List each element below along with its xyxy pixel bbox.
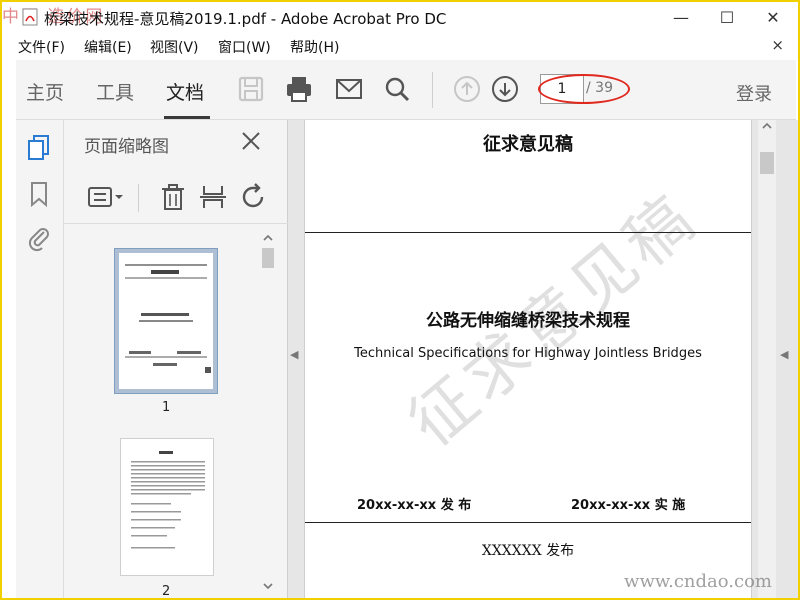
close-panel-icon[interactable] — [240, 130, 262, 152]
delete-icon[interactable] — [158, 182, 188, 212]
page-thumbnail-2[interactable] — [120, 438, 214, 576]
menu-file[interactable]: 文件(F) — [18, 37, 65, 57]
document-view[interactable]: ◀ 征求意见稿 征求意见稿 公路无伸缩缝桥梁技术规程 Technical Spe… — [288, 120, 798, 598]
page-thumbnail-1[interactable] — [114, 248, 218, 394]
bottom-watermark: www.cndao.com — [624, 571, 772, 592]
next-page-icon[interactable] — [490, 74, 520, 104]
window-title: 桥梁技术规程-意见稿2019.1.pdf - Adobe Acrobat Pro… — [44, 10, 447, 28]
thumbnails-scrollbar[interactable] — [260, 232, 276, 592]
implement-date: 20xx-xx-xx 实 施 — [571, 498, 686, 513]
annotation-ellipse — [538, 74, 630, 104]
tab-document[interactable]: 文档 — [166, 78, 204, 105]
thumbnails-panel: 页面缩略图 1 2 — [64, 120, 288, 598]
email-icon[interactable] — [334, 74, 364, 104]
top-rule — [305, 232, 751, 233]
prev-page-icon[interactable] — [452, 74, 482, 104]
thumbnail-1-label: 1 — [162, 400, 171, 415]
login-button[interactable]: 登录 — [736, 80, 772, 106]
thumbnail-page-2-preview — [131, 451, 205, 549]
rotate-icon[interactable] — [238, 182, 268, 212]
menu-help[interactable]: 帮助(H) — [290, 37, 339, 57]
options-icon[interactable] — [86, 182, 126, 212]
insert-icon[interactable] — [198, 182, 228, 212]
expand-right-panel-icon[interactable]: ◀ — [780, 348, 788, 361]
left-rail — [16, 120, 64, 598]
bottom-rule — [305, 522, 751, 523]
app-window: 中国 造价网 桥梁技术规程-意见稿2019.1.pdf - Adobe Acro… — [2, 2, 798, 598]
attachment-icon[interactable] — [26, 224, 52, 252]
maximize-button[interactable]: ☐ — [704, 2, 750, 32]
active-tab-indicator — [164, 116, 210, 119]
document-title-cn: 公路无伸缩缝桥梁技术规程 — [426, 311, 630, 331]
title-bar: 中国 造价网 桥梁技术规程-意见稿2019.1.pdf - Adobe Acro… — [2, 2, 798, 32]
pdf-page: 征求意见稿 征求意见稿 公路无伸缩缝桥梁技术规程 Technical Speci… — [304, 120, 752, 598]
bookmark-icon[interactable] — [26, 180, 52, 208]
search-icon[interactable] — [382, 74, 412, 104]
menu-window[interactable]: 窗口(W) — [218, 37, 271, 57]
document-title-en: Technical Specifications for Highway Joi… — [354, 346, 702, 361]
issuer: XXXXXX 发布 — [481, 543, 575, 559]
save-icon[interactable] — [236, 74, 266, 104]
panel-separator — [138, 184, 139, 212]
print-icon[interactable] — [284, 74, 314, 104]
thumbnail-2-label: 2 — [162, 584, 171, 598]
toolbar-separator — [432, 72, 433, 108]
thumbnails-title: 页面缩略图 — [84, 137, 169, 157]
thumbnail-page-image — [119, 253, 213, 389]
main-toolbar: 主页 工具 文档 1 / 39 登录 — [16, 60, 796, 120]
tab-tools[interactable]: 工具 — [96, 78, 134, 105]
publish-date: 20xx-xx-xx 发 布 — [357, 498, 472, 513]
thumbnails-toolbar — [64, 172, 288, 224]
thumbnail-page-1-preview — [125, 264, 211, 373]
draft-title: 征求意见稿 — [483, 134, 573, 155]
menu-view[interactable]: 视图(V) — [150, 37, 199, 57]
acrobat-app-icon — [22, 8, 38, 26]
menu-bar: 文件(F) 编辑(E) 视图(V) 窗口(W) 帮助(H) × — [2, 34, 798, 58]
tab-home[interactable]: 主页 — [26, 78, 64, 105]
collapse-left-panel-icon[interactable]: ◀ — [290, 348, 298, 361]
close-document-button[interactable]: × — [771, 36, 784, 54]
minimize-button[interactable]: — — [658, 2, 704, 32]
page-thumbnails-icon[interactable] — [26, 134, 52, 162]
menu-edit[interactable]: 编辑(E) — [84, 37, 132, 57]
close-window-button[interactable]: ✕ — [750, 2, 796, 32]
document-scrollbar[interactable] — [758, 120, 776, 598]
